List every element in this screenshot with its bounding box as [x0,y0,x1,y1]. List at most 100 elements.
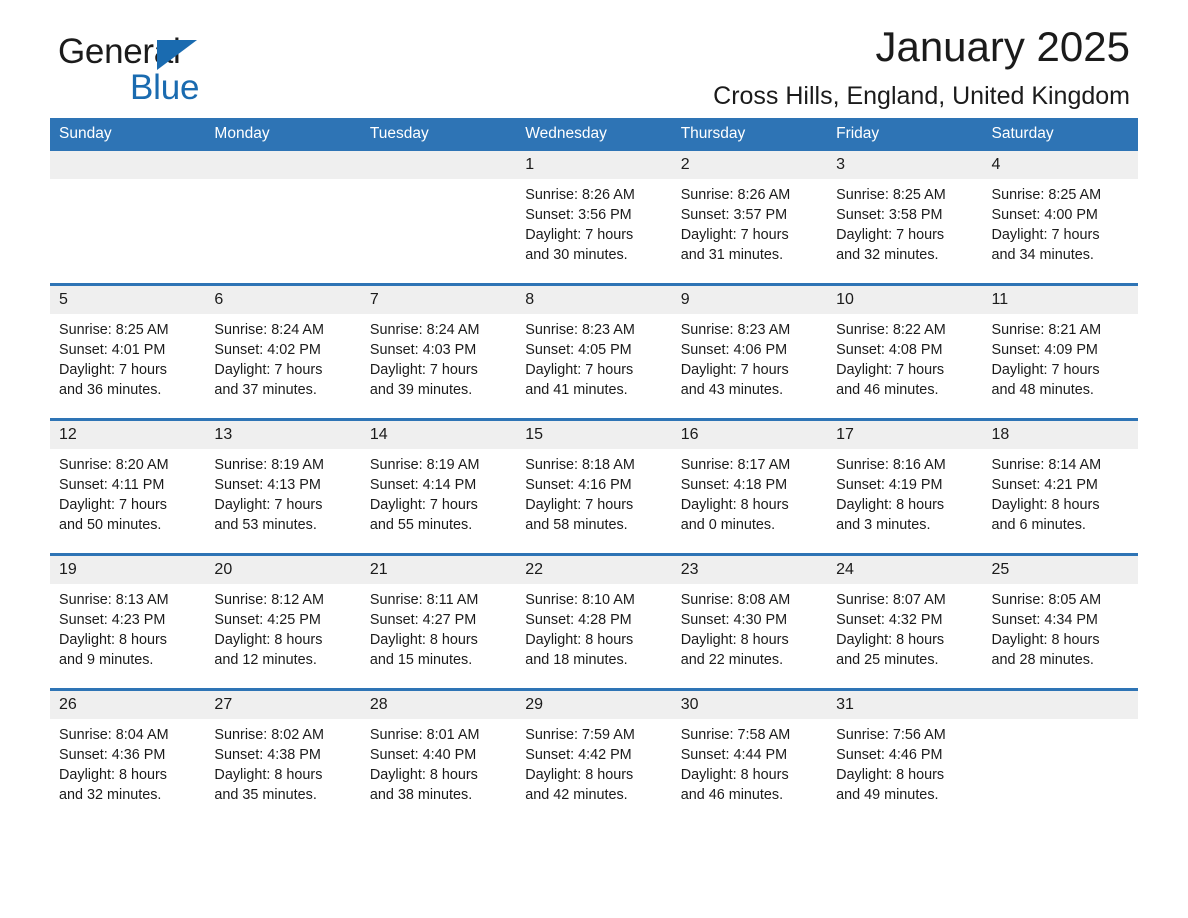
calendar-day-cell[interactable]: 20 Sunrise: 8:12 AM Sunset: 4:25 PM Dayligh… [205,553,361,690]
calendar-day-cell[interactable]: 25 Sunrise: 8:05 AM Sunset: 4:34 PM Dayligh… [982,553,1138,690]
sunrise-text: Sunrise: 8:26 AM [525,187,635,203]
sunset-text: Sunset: 4:16 PM [525,477,632,494]
day-number: 24 [827,556,983,584]
calendar-day-cell[interactable]: 16 Sunrise: 8:17 AM Sunset: 4:18 PM Dayligh… [671,418,828,555]
calendar-day-cell[interactable]: 31 Sunrise: 7:56 AM Sunset: 4:46 PM Dayligh… [827,688,983,823]
calendar-day-cell[interactable]: 29 Sunrise: 7:59 AM Sunset: 4:42 PM Dayligh… [516,688,672,823]
sunset-text: Sunset: 4:27 PM [369,612,477,629]
sunset-text: Sunset: 4:08 PM [836,342,943,359]
calendar-day-cell[interactable]: 21 Sunrise: 8:11 AM Sunset: 4:27 PM Dayligh… [360,553,517,690]
calendar-day-cell[interactable]: 4 Sunrise: 8:25 AM Sunset: 4:00 PM Daylight… [982,151,1138,285]
calendar-day-cell[interactable]: 11 Sunrise: 8:21 AM Sunset: 4:09 PM Dayligh… [982,283,1138,420]
day-number: 17 [827,421,983,449]
calendar-day-cell[interactable]: 12 Sunrise: 8:20 AM Sunset: 4:11 PM Dayligh… [50,418,206,555]
day-details: Sunrise: 8:19 AM Sunset: 4:13 PM Daylight:… [205,449,360,535]
daylight-line1-text: Daylight: 8 hours [991,632,1100,649]
weekday-header-wednesday: Wednesday [516,118,672,151]
sunset-text: Sunset: 4:11 PM [59,477,165,494]
daylight-line1-text: Daylight: 7 hours [59,497,167,514]
day-number: 30 [671,691,828,719]
calendar-day-cell[interactable]: 28 Sunrise: 8:01 AM Sunset: 4:40 PM Dayligh… [360,688,517,823]
sunrise-text: Sunrise: 8:25 AM [836,187,946,203]
sunset-text: Sunset: 4:40 PM [369,747,477,764]
calendar-day-cell[interactable]: 17 Sunrise: 8:16 AM Sunset: 4:19 PM Dayligh… [827,418,983,555]
sunrise-text: Sunrise: 8:24 AM [214,322,325,338]
triangle-logo-icon [157,40,197,70]
daylight-line2-text: and 36 minutes. [59,382,162,399]
calendar-day-cell[interactable]: 6 Sunrise: 8:24 AM Sunset: 4:02 PM Daylight… [205,283,361,420]
daylight-line2-text: and 22 minutes. [680,652,784,669]
daylight-line2-text: and 46 minutes. [680,787,784,804]
sunrise-sunset-calendar: Sunday Monday Tuesday Wednesday Thursday Frid… [50,118,1138,823]
calendar-day-cell[interactable]: 30 Sunrise: 7:58 AM Sunset: 4:44 PM Dayligh… [671,688,828,823]
daylight-line2-text: and 55 minutes. [369,517,473,534]
calendar-day-cell[interactable]: 2 Sunrise: 8:26 AM Sunset: 3:57 PM Daylight… [671,151,828,285]
daylight-line2-text: and 42 minutes. [525,787,628,804]
calendar-day-cell[interactable]: 18 Sunrise: 8:14 AM Sunset: 4:21 PM Dayligh… [982,418,1138,555]
daylight-line2-text: and 58 minutes. [525,517,628,534]
calendar-day-cell[interactable]: 9 Sunrise: 8:23 AM Sunset: 4:06 PM Daylight… [671,283,828,420]
daylight-line1-text: Daylight: 7 hours [836,227,945,244]
sunset-text: Sunset: 4:23 PM [59,612,166,629]
day-number: 15 [516,421,672,449]
day-number: 11 [982,286,1138,314]
brand-logo[interactable]: General Blue [58,32,358,110]
day-number: 23 [671,556,828,584]
day-details: Sunrise: 8:05 AM Sunset: 4:34 PM Daylight:… [983,584,1138,670]
daylight-line2-text: and 30 minutes. [525,247,628,264]
sunrise-text: Sunrise: 8:22 AM [836,322,946,338]
calendar-day-cell[interactable]: 26 Sunrise: 8:04 AM Sunset: 4:36 PM Dayligh… [50,688,206,823]
sunrise-text: Sunrise: 8:01 AM [369,727,480,743]
calendar-day-cell[interactable]: 15 Sunrise: 8:18 AM Sunset: 4:16 PM Dayligh… [516,418,672,555]
day-number: 13 [205,421,361,449]
day-number [205,151,361,179]
daylight-line2-text: and 53 minutes. [214,517,317,534]
sunset-text: Sunset: 4:32 PM [836,612,943,629]
sunset-text: Sunset: 4:13 PM [214,477,321,494]
daylight-line1-text: Daylight: 7 hours [369,362,478,379]
calendar-day-cell[interactable]: 10 Sunrise: 8:22 AM Sunset: 4:08 PM Dayligh… [827,283,983,420]
daylight-line1-text: Daylight: 7 hours [680,362,789,379]
sunset-text: Sunset: 4:01 PM [59,342,166,359]
daylight-line2-text: and 48 minutes. [991,382,1094,399]
sunrise-text: Sunrise: 7:56 AM [836,727,946,743]
day-number: 3 [827,151,983,179]
daylight-line1-text: Daylight: 7 hours [525,362,634,379]
calendar-day-cell-empty [50,151,206,285]
weekday-header-saturday: Saturday [982,118,1138,151]
calendar-day-cell[interactable]: 22 Sunrise: 8:10 AM Sunset: 4:28 PM Dayligh… [516,553,672,690]
calendar-day-cell[interactable]: 1 Sunrise: 8:26 AM Sunset: 3:56 PM Daylight… [516,151,672,285]
day-details: Sunrise: 7:59 AM Sunset: 4:42 PM Daylight:… [516,719,671,805]
calendar-day-cell[interactable]: 19 Sunrise: 8:13 AM Sunset: 4:23 PM Dayligh… [50,553,206,690]
calendar-day-cell[interactable]: 14 Sunrise: 8:19 AM Sunset: 4:14 PM Dayligh… [360,418,517,555]
day-number: 1 [516,151,672,179]
calendar-day-cell[interactable]: 8 Sunrise: 8:23 AM Sunset: 4:05 PM Daylight… [516,283,672,420]
calendar-day-cell[interactable]: 7 Sunrise: 8:24 AM Sunset: 4:03 PM Daylight… [360,283,517,420]
sunrise-text: Sunrise: 8:17 AM [680,457,791,473]
day-number: 7 [360,286,517,314]
calendar-week-row: 12 Sunrise: 8:20 AM Sunset: 4:11 PM Dayligh… [50,418,1138,555]
daylight-line2-text: and 6 minutes. [991,517,1086,534]
calendar-day-cell[interactable]: 3 Sunrise: 8:25 AM Sunset: 3:58 PM Daylight… [827,151,983,285]
brand-logo-top-row: General [58,32,358,72]
day-details: Sunrise: 8:16 AM Sunset: 4:19 PM Daylight:… [827,449,982,535]
calendar-day-cell[interactable]: 27 Sunrise: 8:02 AM Sunset: 4:38 PM Dayligh… [205,688,361,823]
daylight-line1-text: Daylight: 8 hours [680,497,789,514]
day-details: Sunrise: 8:02 AM Sunset: 4:38 PM Daylight:… [205,719,360,805]
sunrise-text: Sunrise: 7:58 AM [680,727,791,743]
calendar-day-cell[interactable]: 13 Sunrise: 8:19 AM Sunset: 4:13 PM Dayligh… [205,418,361,555]
day-details: Sunrise: 8:24 AM Sunset: 4:02 PM Daylight:… [205,314,360,400]
sunset-text: Sunset: 4:19 PM [836,477,943,494]
day-details: Sunrise: 8:26 AM Sunset: 3:56 PM Daylight:… [516,179,671,265]
sunset-text: Sunset: 4:06 PM [680,342,788,359]
day-details: Sunrise: 8:25 AM Sunset: 4:00 PM Daylight:… [983,179,1138,265]
calendar-day-cell[interactable]: 23 Sunrise: 8:08 AM Sunset: 4:30 PM Dayligh… [671,553,828,690]
calendar-day-cell[interactable]: 5 Sunrise: 8:25 AM Sunset: 4:01 PM Daylight… [50,283,206,420]
calendar-day-cell[interactable]: 24 Sunrise: 8:07 AM Sunset: 4:32 PM Dayligh… [827,553,983,690]
day-details: Sunrise: 8:20 AM Sunset: 4:11 PM Daylight:… [50,449,205,535]
sunrise-text: Sunrise: 8:25 AM [991,187,1102,203]
day-details: Sunrise: 8:11 AM Sunset: 4:27 PM Daylight:… [361,584,516,670]
daylight-line1-text: Daylight: 7 hours [214,497,323,514]
daylight-line1-text: Daylight: 8 hours [369,767,478,784]
daylight-line2-text: and 9 minutes. [59,652,154,669]
